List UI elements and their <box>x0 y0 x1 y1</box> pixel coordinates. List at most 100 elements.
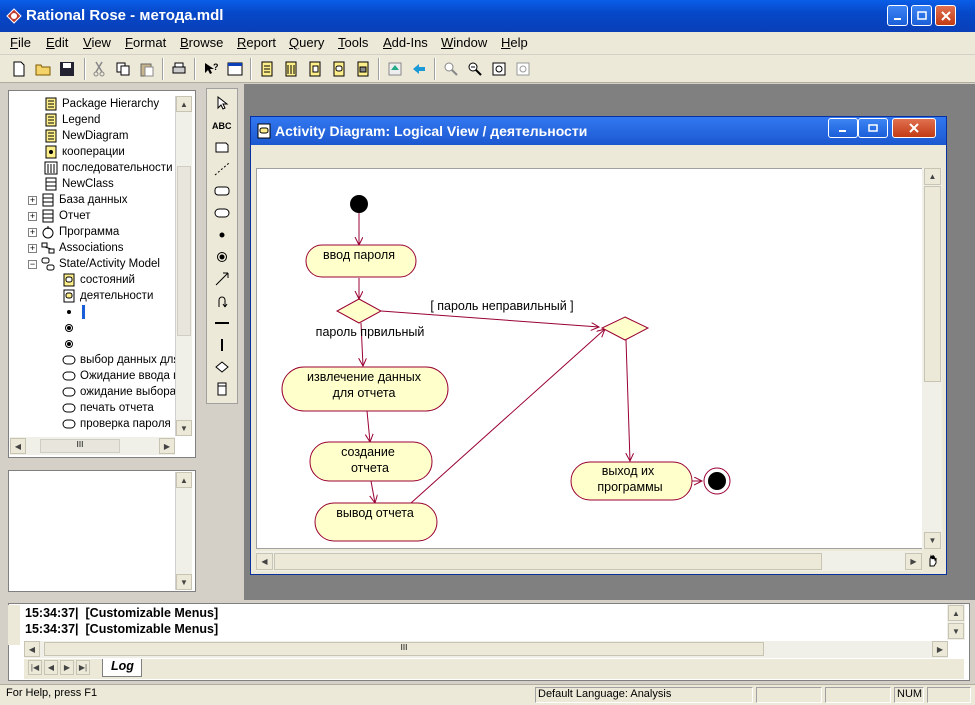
scroll-down-button[interactable]: ▼ <box>948 623 964 639</box>
scroll-right-button[interactable]: ▶ <box>905 553 922 570</box>
tree-item-activity[interactable]: печать отчета <box>62 400 154 416</box>
statechart-diagram-button[interactable] <box>328 58 350 80</box>
self-transition-tool[interactable] <box>210 291 234 311</box>
open-button[interactable] <box>32 58 54 80</box>
scroll-up-button[interactable]: ▲ <box>924 168 941 185</box>
undo-fit-button[interactable] <box>512 58 534 80</box>
tree-item-activities[interactable]: деятельности <box>62 288 153 304</box>
diagram-canvas[interactable]: ввод пароля извлечение данных для отчета… <box>256 168 923 549</box>
next-tab-button[interactable]: ▶ <box>60 660 74 675</box>
menu-file[interactable]: File <box>10 35 31 50</box>
start-state-tool[interactable] <box>210 225 234 245</box>
component-diagram-button[interactable] <box>304 58 326 80</box>
tree-item-activity[interactable]: выбор данных для <box>62 352 175 368</box>
scroll-left-button[interactable]: ◀ <box>10 438 26 454</box>
first-tab-button[interactable]: |◀ <box>28 660 42 675</box>
log-horizontal-scrollbar[interactable]: ◀ III ▶ <box>24 641 948 658</box>
activity-tool[interactable] <box>210 203 234 223</box>
parent-diagram-button[interactable] <box>384 58 406 80</box>
tab-log[interactable]: Log <box>102 659 142 677</box>
tree-item-activity[interactable]: Ожидание ввода п <box>62 368 175 384</box>
collapse-icon[interactable]: − <box>28 259 37 269</box>
state-tool[interactable] <box>210 181 234 201</box>
decision-tool[interactable] <box>210 357 234 377</box>
transition-tool[interactable] <box>210 269 234 289</box>
scroll-right-button[interactable]: ▶ <box>159 438 175 454</box>
scroll-thumb[interactable]: III <box>44 642 764 656</box>
scroll-left-button[interactable]: ◀ <box>256 553 273 570</box>
diagram-window-title-bar[interactable]: Activity Diagram: Logical View / деятель… <box>251 117 946 145</box>
tree-item-program[interactable]: + Программа <box>28 224 119 240</box>
scroll-down-button[interactable]: ▼ <box>924 532 941 549</box>
scroll-down-button[interactable]: ▼ <box>176 574 192 590</box>
tree-item-state-activity-model[interactable]: − State/Activity Model <box>28 256 160 272</box>
menu-view[interactable]: View <box>83 35 111 50</box>
browser-vertical-scrollbar[interactable]: ▲ ▼ <box>175 96 192 436</box>
previous-diagram-button[interactable] <box>408 58 430 80</box>
menu-add-ins[interactable]: Add-Ins <box>383 35 428 50</box>
tree-item-legend[interactable]: Legend <box>44 112 100 128</box>
zoom-out-button[interactable] <box>464 58 486 80</box>
tree-item-report[interactable]: + Отчет <box>28 208 91 224</box>
copy-button[interactable] <box>112 58 134 80</box>
tree-item-package-hierarchy[interactable]: Package Hierarchy <box>44 96 159 112</box>
log-vertical-scrollbar[interactable]: ▲ ▼ <box>947 604 965 640</box>
scroll-down-button[interactable]: ▼ <box>176 420 192 436</box>
prev-tab-button[interactable]: ◀ <box>44 660 58 675</box>
minimize-button[interactable] <box>887 5 908 26</box>
menu-tools[interactable]: Tools <box>338 35 368 50</box>
merge-decision[interactable] <box>600 316 650 341</box>
selection-tool[interactable] <box>210 93 234 113</box>
scroll-up-button[interactable]: ▲ <box>176 472 192 488</box>
end-state-tool[interactable] <box>210 247 234 267</box>
start-state[interactable] <box>350 195 368 213</box>
context-help-button[interactable]: ? <box>200 58 222 80</box>
tree-item-newdiagram[interactable]: NewDiagram <box>44 128 128 144</box>
scroll-thumb[interactable] <box>924 186 941 382</box>
documentation-scrollbar[interactable]: ▲ ▼ <box>175 472 192 590</box>
expand-icon[interactable]: + <box>28 243 37 253</box>
print-button[interactable] <box>168 58 190 80</box>
tree-item-newclass[interactable]: NewClass <box>44 176 114 192</box>
deployment-diagram-button[interactable] <box>352 58 374 80</box>
transition-merge-to-exit[interactable] <box>626 339 630 461</box>
class-diagram-button[interactable] <box>256 58 278 80</box>
menu-browse[interactable]: Browse <box>180 35 223 50</box>
diagram-minimize-button[interactable] <box>828 118 858 138</box>
pan-hand-button[interactable] <box>923 550 942 570</box>
last-tab-button[interactable]: ▶| <box>76 660 90 675</box>
menu-query[interactable]: Query <box>289 35 324 50</box>
new-button[interactable] <box>8 58 30 80</box>
decision-password[interactable] <box>335 298 383 324</box>
tree-item-cooperation[interactable]: кооперации <box>44 144 125 160</box>
scroll-left-button[interactable]: ◀ <box>24 641 40 657</box>
expand-icon[interactable]: + <box>28 227 37 237</box>
diagram-maximize-button[interactable] <box>858 118 888 138</box>
tree-item-activity[interactable]: ожидание выбора <box>62 384 175 400</box>
menu-help[interactable]: Help <box>501 35 528 50</box>
fit-in-window-button[interactable] <box>488 58 510 80</box>
tree-item-associations[interactable]: + Associations <box>28 240 124 256</box>
tree-item-end-state[interactable] <box>62 336 80 352</box>
note-tool[interactable] <box>210 137 234 157</box>
horizontal-sync-tool[interactable] <box>210 313 234 333</box>
scroll-up-button[interactable]: ▲ <box>948 605 964 621</box>
menu-edit[interactable]: Edit <box>46 35 68 50</box>
anchor-note-tool[interactable] <box>210 159 234 179</box>
diagram-horizontal-scrollbar[interactable]: ◀ ▶ <box>256 551 922 571</box>
tree-item-activity[interactable]: проверка пароля <box>62 416 171 432</box>
view-browser-button[interactable] <box>224 58 246 80</box>
scroll-thumb[interactable]: III <box>40 439 120 453</box>
menu-format[interactable]: Format <box>125 35 166 50</box>
vertical-sync-tool[interactable] <box>210 335 234 355</box>
menu-report[interactable]: Report <box>237 35 276 50</box>
close-button[interactable] <box>935 5 956 26</box>
maximize-button[interactable] <box>911 5 932 26</box>
diagram-close-button[interactable] <box>892 118 936 138</box>
tree-item-end-state[interactable] <box>62 320 80 336</box>
expand-icon[interactable]: + <box>28 211 37 221</box>
text-tool[interactable]: ABC <box>210 115 234 135</box>
save-button[interactable] <box>56 58 78 80</box>
cut-button[interactable] <box>88 58 110 80</box>
menu-window[interactable]: Window <box>441 35 487 50</box>
